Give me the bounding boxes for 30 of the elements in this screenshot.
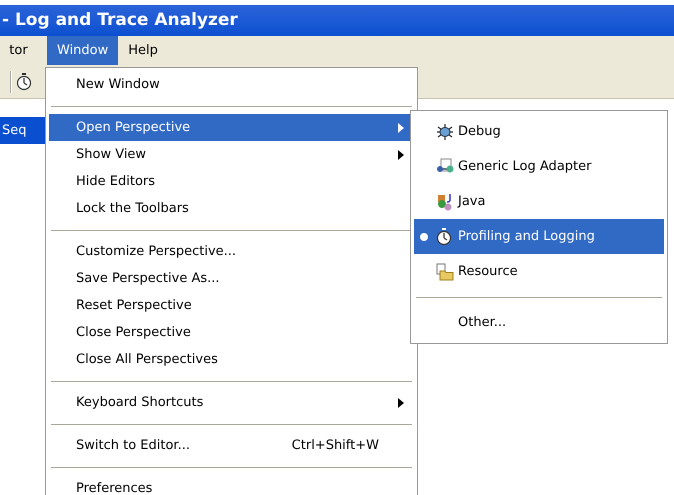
bug-icon: [436, 122, 454, 140]
menu-item[interactable]: Keyboard Shortcuts: [49, 389, 414, 416]
menu-item[interactable]: Preferences: [49, 475, 414, 495]
menu-item[interactable]: Debug: [414, 114, 664, 149]
menu-item[interactable]: Hide Editors: [49, 168, 414, 195]
menu-item[interactable]: Profiling and Logging: [414, 219, 664, 254]
menu-item[interactable]: Java: [414, 184, 664, 219]
view-tab[interactable]: Seq: [0, 117, 46, 144]
window-title: - Log and Trace Analyzer: [1, 8, 238, 32]
menu-item[interactable]: Close All Perspectives: [49, 346, 414, 373]
menu-item[interactable]: Generic Log Adapter: [414, 149, 664, 184]
shortcut-text: Ctrl+Shift+W: [292, 436, 379, 455]
menu-bar-item[interactable]: Help: [118, 36, 168, 65]
connector-icon: [436, 158, 454, 176]
menu-bar-item[interactable]: Window: [47, 36, 118, 65]
stopwatch-icon: [16, 72, 32, 90]
menu-item[interactable]: Show View: [49, 141, 414, 168]
menu-item[interactable]: Save Perspective As...: [49, 265, 414, 292]
stopwatch-icon: [436, 228, 452, 246]
menu-item[interactable]: Lock the Toolbars: [49, 195, 414, 222]
menu-item[interactable]: Close Perspective: [49, 319, 414, 346]
menu-item[interactable]: Other...: [414, 305, 664, 340]
folder-icon: [436, 262, 454, 280]
menu-item[interactable]: Switch to Editor... Ctrl+Shift+W: [49, 432, 414, 459]
menu-item[interactable]: New Window: [49, 71, 414, 98]
menu-bar-item[interactable]: tor: [0, 36, 47, 65]
menu-item[interactable]: Resource: [414, 254, 664, 289]
menu-item[interactable]: Reset Perspective: [49, 292, 414, 319]
java-icon: [436, 192, 454, 210]
menu-item[interactable]: Customize Perspective...: [49, 238, 414, 265]
